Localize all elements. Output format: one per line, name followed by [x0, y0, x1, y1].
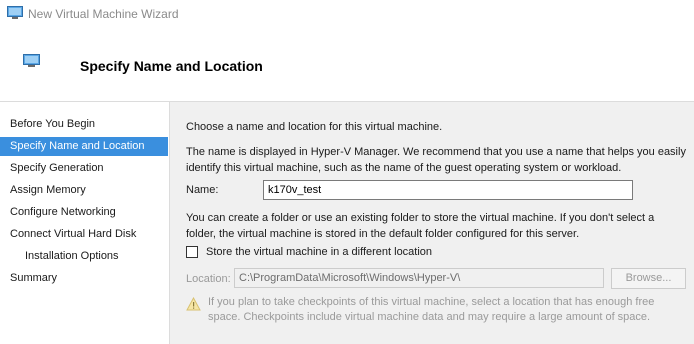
name-help-text: The name is displayed in Hyper-V Manager…	[186, 146, 686, 174]
sidebar-item-summary[interactable]: Summary	[0, 269, 168, 288]
window-title: New Virtual Machine Wizard	[28, 7, 179, 21]
checkpoint-warning-text: If you plan to take checkpoints of this …	[208, 296, 655, 323]
hyper-v-monitor-icon	[7, 6, 23, 19]
name-label: Name:	[186, 184, 219, 196]
sidebar-item-configure-networking[interactable]: Configure Networking	[0, 203, 168, 222]
title-bar: New Virtual Machine Wizard	[0, 0, 694, 28]
wizard-content: Choose a name and location for this virt…	[170, 102, 694, 344]
hyper-v-monitor-icon	[23, 54, 40, 67]
folder-help-text: You can create a folder or use an existi…	[186, 212, 655, 240]
sidebar-item-specify-generation[interactable]: Specify Generation	[0, 159, 168, 178]
location-input[interactable]	[234, 268, 604, 288]
page-title: Specify Name and Location	[80, 58, 263, 74]
sidebar-item-connect-virtual-hard-disk[interactable]: Connect Virtual Hard Disk	[0, 225, 168, 244]
name-input[interactable]	[263, 180, 633, 200]
browse-button[interactable]: Browse...	[611, 268, 686, 289]
location-label: Location:	[186, 273, 231, 285]
sidebar-item-specify-name-and-location[interactable]: Specify Name and Location	[0, 137, 168, 156]
sidebar-item-installation-options[interactable]: Installation Options	[0, 247, 168, 266]
sidebar-item-assign-memory[interactable]: Assign Memory	[0, 181, 168, 200]
sidebar-item-before-you-begin[interactable]: Before You Begin	[0, 115, 168, 134]
warning-triangle-icon	[186, 297, 201, 311]
store-location-checkbox-label[interactable]: Store the virtual machine in a different…	[206, 246, 432, 258]
wizard-steps-sidebar: Before You Begin Specify Name and Locati…	[0, 102, 170, 344]
intro-text: Choose a name and location for this virt…	[186, 121, 443, 133]
wizard-header: Specify Name and Location	[0, 28, 694, 102]
store-location-checkbox[interactable]	[186, 246, 198, 258]
